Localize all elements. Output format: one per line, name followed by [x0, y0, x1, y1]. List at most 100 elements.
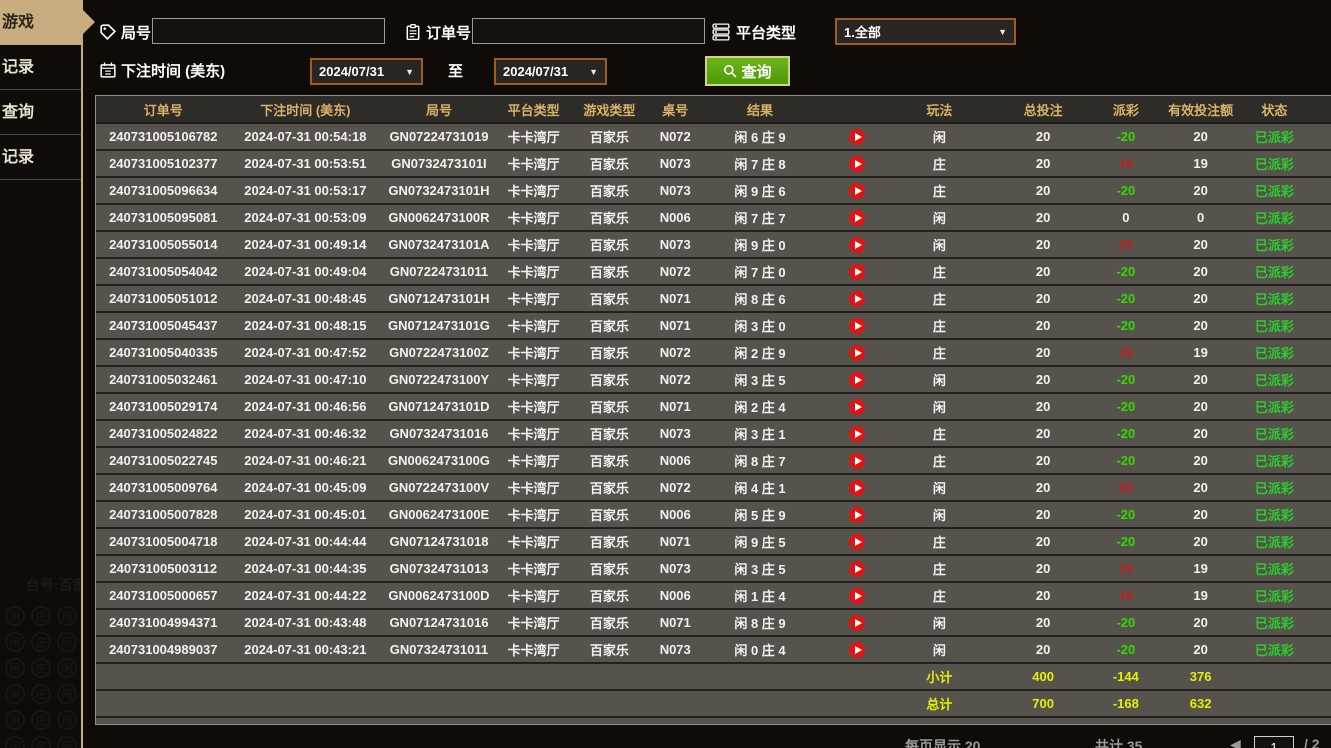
cell-status: 已派彩	[1254, 589, 1294, 604]
video-play-icon[interactable]	[848, 587, 865, 604]
cell-video	[819, 691, 895, 716]
cell-result: 闲 6 庄 9	[734, 130, 786, 145]
video-play-icon[interactable]	[848, 344, 865, 361]
cell-payout: 19	[1118, 561, 1134, 576]
column-header-total: 总投注	[1023, 102, 1063, 118]
cell-video	[819, 529, 895, 554]
cell-total: 20	[1035, 588, 1051, 603]
date-to-select[interactable]: 2024/07/31 ▼	[494, 58, 607, 85]
table-row: 240731005004718 2024-07-31 00:44:44 GN0712…	[96, 529, 1331, 556]
video-play-icon[interactable]	[848, 425, 865, 442]
video-play-icon[interactable]	[848, 263, 865, 280]
sidebar-item-2[interactable]: 查询	[0, 90, 82, 135]
platform-type-value: 1.全部	[844, 25, 881, 40]
cell-table: N006	[659, 588, 691, 603]
video-play-icon[interactable]	[848, 317, 865, 334]
watermark-roadmap-circle: 闲	[57, 606, 77, 626]
cell-total: 20	[1035, 534, 1051, 549]
cell-status: 已派彩	[1254, 319, 1294, 334]
video-play-icon[interactable]	[848, 371, 865, 388]
cell-valid: 19	[1193, 561, 1208, 576]
cell-game: 百家乐	[589, 508, 629, 523]
cell-table	[649, 664, 701, 689]
search-button[interactable]: 查询	[705, 56, 790, 86]
cell-valid: 632	[1189, 696, 1212, 711]
table-row: 240731005000657 2024-07-31 00:44:22 GN0062…	[96, 583, 1331, 610]
cell-order: 240731005009764	[109, 480, 218, 495]
cell-payout: -20	[1116, 507, 1136, 522]
cell-time: 2024-07-31 00:46:21	[244, 453, 367, 468]
cell-order: 240731005102377	[109, 156, 218, 171]
table-row: 240731005051012 2024-07-31 00:48:45 GN0712…	[96, 286, 1331, 313]
cell-game: 百家乐	[589, 562, 629, 577]
video-play-icon[interactable]	[848, 209, 865, 226]
cell-time: 2024-07-31 00:48:45	[244, 291, 367, 306]
sidebar-item-0[interactable]: 游戏	[0, 0, 95, 45]
column-header-video	[819, 96, 895, 122]
cell-round: GN0722473100Z	[389, 345, 489, 360]
cell-valid: 19	[1193, 588, 1208, 603]
video-play-icon[interactable]	[848, 155, 865, 172]
video-play-icon[interactable]	[848, 452, 865, 469]
cell-platform: 卡卡湾厅	[507, 130, 560, 145]
video-play-icon[interactable]	[848, 560, 865, 577]
cell-video	[819, 178, 895, 203]
sidebar-item-1[interactable]: 记录	[0, 45, 82, 90]
cell-play: 闲	[932, 238, 946, 253]
page-number-input[interactable]	[1254, 736, 1294, 748]
order-no-input[interactable]	[472, 18, 705, 44]
cell-extra	[1297, 232, 1331, 257]
cell-valid: 20	[1193, 129, 1208, 144]
cell-result: 闲 0 庄 4	[734, 643, 786, 658]
cell-result: 闲 3 庄 5	[734, 562, 786, 577]
cell-extra	[1297, 583, 1331, 608]
bet-records-table: 订单号 下注时间 (美东) 局号 平台类型 游戏类型 桌号 结果 玩法 总投注 派彩 有效投注额 状态…	[95, 95, 1331, 725]
cell-round: GN07324731016	[389, 426, 489, 441]
cell-game: 百家乐	[589, 400, 629, 415]
video-play-icon[interactable]	[848, 479, 865, 496]
cell-status: 已派彩	[1254, 157, 1294, 172]
cell-platform: 卡卡湾厅	[507, 508, 560, 523]
cell-total: 20	[1035, 615, 1051, 630]
watermark-roadmap-circle: 闲	[57, 736, 77, 748]
cell-play: 庄	[932, 589, 946, 604]
video-play-icon[interactable]	[848, 641, 865, 658]
watermark-roadmap-circle: 闲	[5, 684, 25, 704]
cell-payout: -168	[1112, 696, 1139, 711]
cell-order: 240731005045437	[109, 318, 218, 333]
date-from-select[interactable]: 2024/07/31 ▼	[310, 58, 423, 85]
cell-game: 百家乐	[589, 535, 629, 550]
watermark-roadmap-circle: 闲	[57, 658, 77, 678]
cell-video	[819, 367, 895, 392]
cell-total: 20	[1035, 210, 1051, 225]
cell-platform: 卡卡湾厅	[507, 157, 560, 172]
per-page-label: 每页显示 20	[905, 738, 981, 748]
video-play-icon[interactable]	[848, 506, 865, 523]
round-no-input[interactable]	[152, 18, 385, 44]
video-play-icon[interactable]	[848, 398, 865, 415]
video-play-icon[interactable]	[848, 128, 865, 145]
video-play-icon[interactable]	[848, 290, 865, 307]
cell-payout: -20	[1116, 534, 1136, 549]
table-row: 240731005096634 2024-07-31 00:53:17 GN0732…	[96, 178, 1331, 205]
cell-round: GN07124731018	[389, 534, 489, 549]
cell-result	[701, 664, 819, 689]
cell-payout: -20	[1116, 615, 1136, 630]
platform-type-select[interactable]: 1.全部 ▼	[835, 18, 1016, 45]
cell-extra	[1297, 664, 1331, 689]
prev-page-icon[interactable]: ◀	[1230, 736, 1241, 748]
video-play-icon[interactable]	[848, 614, 865, 631]
cell-payout: 19	[1118, 345, 1134, 360]
cell-payout: -20	[1116, 129, 1136, 144]
cell-payout: -144	[1112, 669, 1139, 684]
sidebar-item-3[interactable]: 记录	[0, 135, 82, 180]
cell-round: GN0712473101D	[388, 399, 490, 414]
video-play-icon[interactable]	[848, 533, 865, 550]
table-row: 240731004994371 2024-07-31 00:43:48 GN0712…	[96, 610, 1331, 637]
cell-order: 240731004994371	[109, 615, 218, 630]
video-play-icon[interactable]	[848, 236, 865, 253]
cell-total: 20	[1035, 399, 1051, 414]
cell-game: 百家乐	[589, 319, 629, 334]
cell-valid: 376	[1189, 669, 1212, 684]
video-play-icon[interactable]	[848, 182, 865, 199]
